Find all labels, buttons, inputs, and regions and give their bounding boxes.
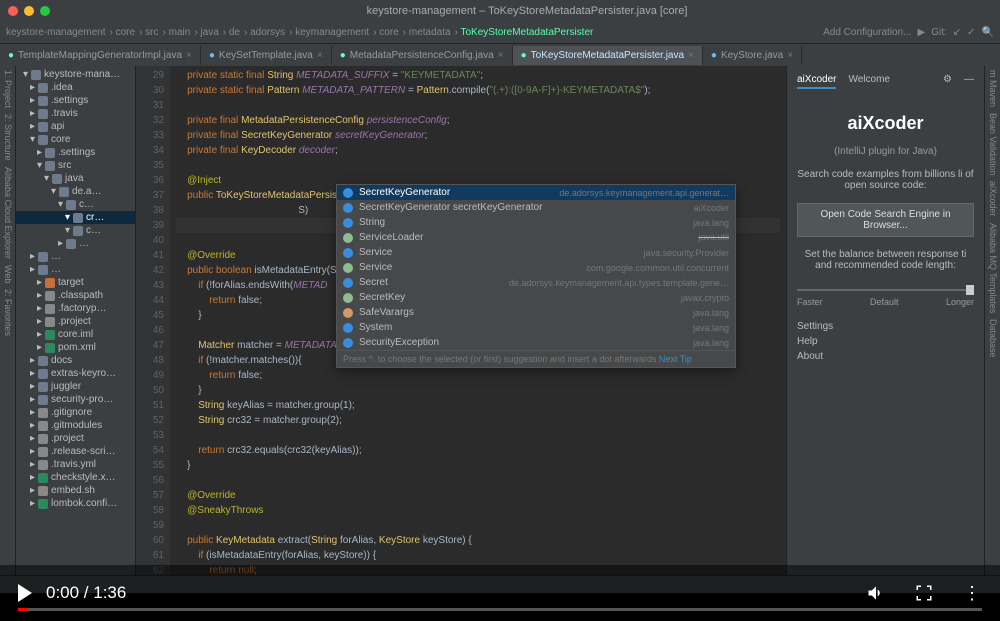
completion-item[interactable]: SecretKeyjavax.crypto [337, 290, 735, 305]
tree-item[interactable]: ▸docs [16, 354, 135, 367]
close-icon[interactable]: × [787, 50, 793, 61]
tree-item[interactable]: ▸embed.sh [16, 484, 135, 497]
left-tool-strip[interactable]: 1: Project 2: Structure Alibaba Cloud Ex… [0, 66, 16, 575]
about-link[interactable]: About [797, 349, 974, 364]
tab-aixcoder[interactable]: aiXcoder [797, 74, 836, 89]
aixcoder-subtitle: (IntelliJ plugin for Java) [834, 146, 937, 157]
completion-item[interactable]: SecretKeyGeneratorde.adorsys.keymanageme… [337, 185, 735, 200]
completion-item[interactable]: Secretde.adorsys.keymanagement.api.types… [337, 275, 735, 290]
editor-tabs: ●TemplateMappingGeneratorImpl.java× ●Key… [0, 44, 1000, 66]
tree-item[interactable]: ▸… [16, 250, 135, 263]
completion-item[interactable]: Servicejava.security.Provider [337, 245, 735, 260]
balance-label: Set the balance between response ti and … [797, 249, 974, 271]
navigation-bar: keystore-management› core› src› main› ja… [0, 22, 1000, 44]
tree-item[interactable]: ▸… [16, 237, 135, 250]
tree-item[interactable]: ▾keystore-mana… [16, 68, 135, 81]
help-link[interactable]: Help [797, 334, 974, 349]
play-icon[interactable] [18, 584, 32, 602]
editor-tab[interactable]: ●KeyStore.java× [703, 46, 802, 65]
tree-item[interactable]: ▸.classpath [16, 289, 135, 302]
tree-item[interactable]: ▸… [16, 263, 135, 276]
git-branch-icon[interactable]: ↙ [953, 27, 961, 38]
volume-icon[interactable] [866, 583, 886, 603]
editor-tab[interactable]: ●TemplateMappingGeneratorImpl.java× [0, 46, 201, 65]
code-editor[interactable]: 2930313233343536373839404142434445464748… [136, 66, 786, 575]
close-icon[interactable]: × [498, 50, 504, 61]
tree-item[interactable]: ▸.project [16, 315, 135, 328]
project-tree[interactable]: ▾keystore-mana…▸.idea▸.settings▸.travis▸… [16, 66, 136, 575]
tree-item[interactable]: ▾core [16, 133, 135, 146]
settings-link[interactable]: Settings [797, 319, 974, 334]
tree-item[interactable]: ▸.factoryp… [16, 302, 135, 315]
fullscreen-icon[interactable] [914, 583, 934, 603]
tree-item[interactable]: ▸target [16, 276, 135, 289]
right-tool-strip[interactable]: m Maven Bean Validation aiXcoder Alibaba… [984, 66, 1000, 575]
tree-item[interactable]: ▾src [16, 159, 135, 172]
aixcoder-desc: Search code examples from billions li of… [797, 169, 974, 191]
completion-item[interactable]: Stringjava.lang [337, 215, 735, 230]
video-progress[interactable] [18, 608, 982, 611]
video-time: 0:00 / 1:36 [46, 583, 126, 603]
editor-tab[interactable]: ●KeySetTemplate.java× [201, 46, 332, 65]
close-icon[interactable]: × [688, 50, 694, 61]
window-min-icon[interactable] [24, 6, 34, 16]
hide-icon[interactable]: — [964, 74, 974, 89]
git-pull-icon[interactable]: ✓ [967, 27, 975, 38]
close-icon[interactable]: × [317, 50, 323, 61]
tree-item[interactable]: ▸core.iml [16, 328, 135, 341]
completion-popup[interactable]: SecretKeyGeneratorde.adorsys.keymanageme… [336, 184, 736, 368]
aixcoder-panel: aiXcoder Welcome ⚙ — aiXcoder (IntelliJ … [787, 66, 984, 575]
tree-item[interactable]: ▸.idea [16, 81, 135, 94]
gear-icon[interactable]: ⚙ [943, 74, 952, 89]
tree-item[interactable]: ▸.settings [16, 94, 135, 107]
breadcrumb[interactable]: keystore-management› core› src› main› ja… [6, 27, 597, 38]
tree-item[interactable]: ▸security-pro… [16, 393, 135, 406]
tab-welcome[interactable]: Welcome [848, 74, 890, 89]
tree-item[interactable]: ▾c… [16, 224, 135, 237]
tree-item[interactable]: ▸.settings [16, 146, 135, 159]
completion-item[interactable]: SafeVarargsjava.lang [337, 305, 735, 320]
line-gutter: 2930313233343536373839404142434445464748… [136, 66, 170, 575]
editor-tab-active[interactable]: ●ToKeyStoreMetadataPersister.java× [513, 46, 703, 65]
debug-icon[interactable]: ▶ [918, 27, 926, 38]
tree-item[interactable]: ▸.travis.yml [16, 458, 135, 471]
open-search-button[interactable]: Open Code Search Engine in Browser... [797, 203, 974, 237]
balance-slider[interactable]: Faster Default Longer [797, 283, 974, 307]
close-icon[interactable]: × [186, 50, 192, 61]
tree-item[interactable]: ▾cr… [16, 211, 135, 224]
window-max-icon[interactable] [40, 6, 50, 16]
window-titlebar: keystore-management – ToKeyStoreMetadata… [0, 0, 1000, 22]
completion-item[interactable]: Servicecom.google.common.util.concurrent [337, 260, 735, 275]
tree-item[interactable]: ▸juggler [16, 380, 135, 393]
tree-item[interactable]: ▾java [16, 172, 135, 185]
tree-item[interactable]: ▸api [16, 120, 135, 133]
git-label: Git: [931, 27, 947, 38]
completion-item[interactable]: Systemjava.lang [337, 320, 735, 335]
tree-item[interactable]: ▸.gitignore [16, 406, 135, 419]
tree-item[interactable]: ▾de.a… [16, 185, 135, 198]
tree-item[interactable]: ▸.project [16, 432, 135, 445]
tree-item[interactable]: ▾c… [16, 198, 135, 211]
completion-item[interactable]: ServiceLoaderjava.util [337, 230, 735, 245]
completion-item[interactable]: SecurityExceptionjava.lang [337, 335, 735, 350]
editor-tab[interactable]: ●MetadataPersistenceConfig.java× [332, 46, 513, 65]
next-tip-link[interactable]: Next Tip [659, 354, 692, 364]
tree-item[interactable]: ▸lombok.confi… [16, 497, 135, 510]
tree-item[interactable]: ▸.travis [16, 107, 135, 120]
completion-footer: Press ^. to choose the selected (or firs… [337, 350, 735, 367]
tree-item[interactable]: ▸.gitmodules [16, 419, 135, 432]
tree-item[interactable]: ▸pom.xml [16, 341, 135, 354]
aixcoder-logo: aiXcoder [847, 113, 923, 134]
tree-item[interactable]: ▸extras-keyro… [16, 367, 135, 380]
window-title: keystore-management – ToKeyStoreMetadata… [62, 5, 992, 17]
video-controls[interactable]: 0:00 / 1:36 ⋮ [0, 565, 1000, 621]
tree-item[interactable]: ▸.release-scri… [16, 445, 135, 458]
more-icon[interactable]: ⋮ [962, 583, 982, 603]
window-close-icon[interactable] [8, 6, 18, 16]
aixcoder-links: Settings Help About [797, 319, 974, 364]
run-config-selector[interactable]: Add Configuration... [823, 27, 911, 38]
completion-item[interactable]: SecretKeyGenerator secretKeyGeneratoraiX… [337, 200, 735, 215]
search-icon[interactable]: 🔍 [982, 27, 994, 38]
tree-item[interactable]: ▸checkstyle.x… [16, 471, 135, 484]
